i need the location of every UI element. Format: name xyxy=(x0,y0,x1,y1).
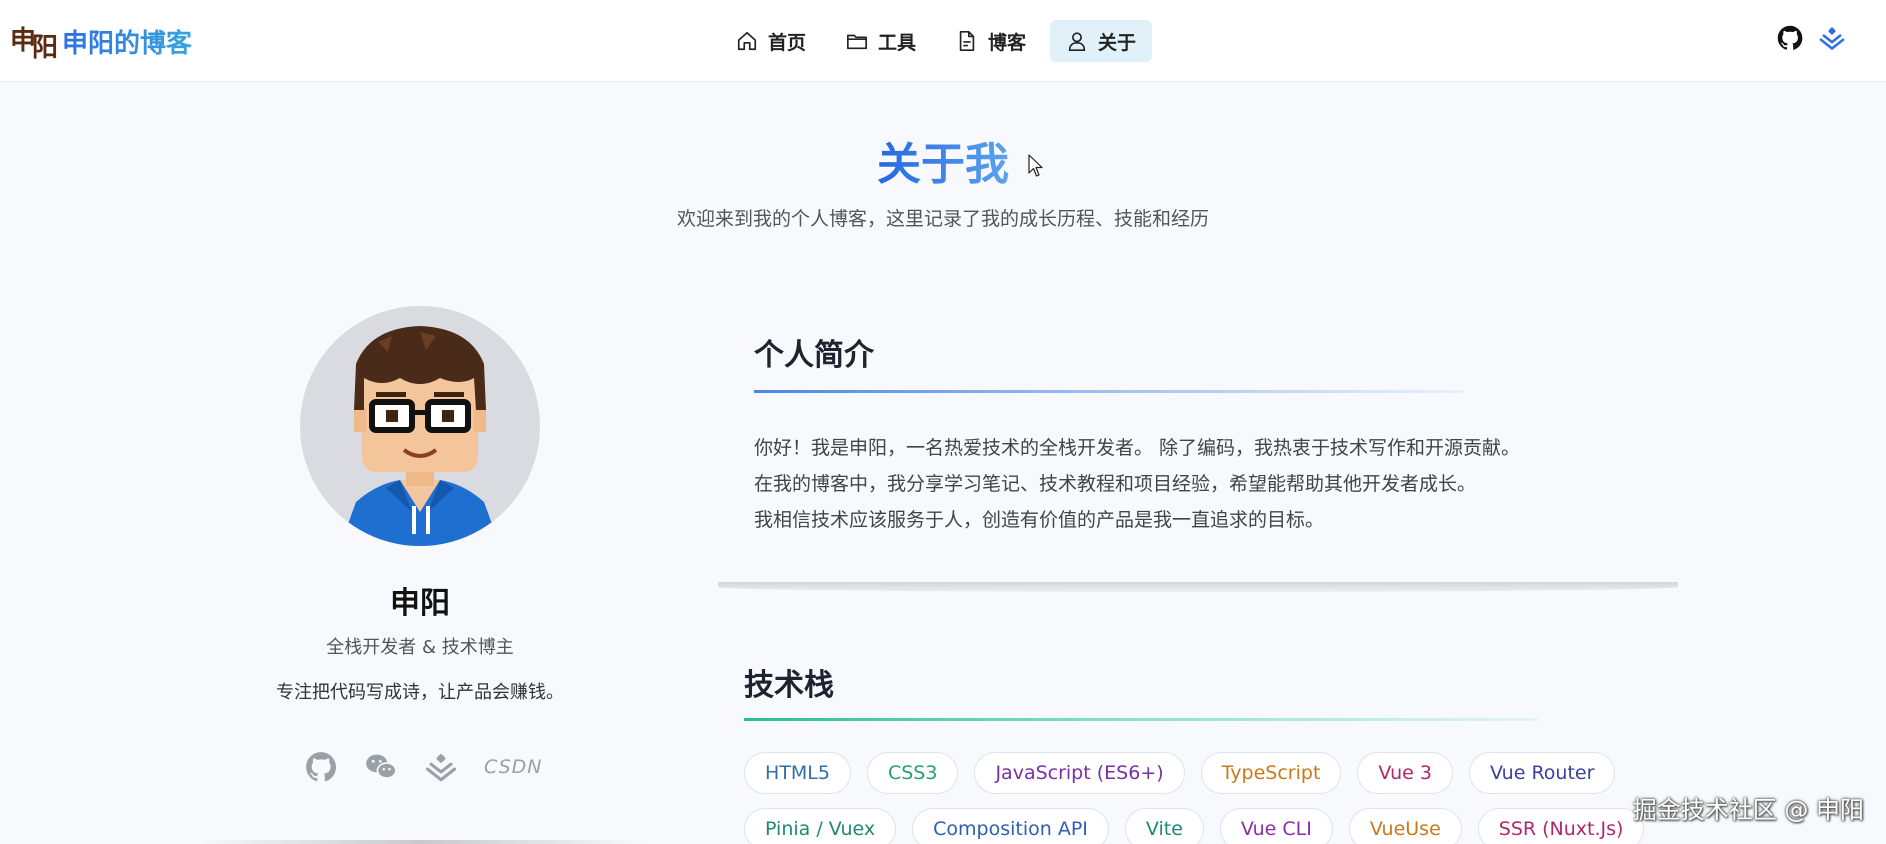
brand-home-link[interactable]: 申阳 申阳的博客 xyxy=(9,20,192,63)
nav-tools[interactable]: 工具 xyxy=(830,20,932,62)
folder-icon xyxy=(847,34,868,50)
intro-title-underline xyxy=(754,390,1464,393)
profile-role: 全栈开发者 & 技术博主 xyxy=(326,637,514,658)
tech-tag[interactable]: HTML5 xyxy=(744,752,851,794)
profile-name: 申阳 xyxy=(390,586,450,621)
tech-tag[interactable]: Vite xyxy=(1124,808,1204,844)
profile-card-bottom-edge xyxy=(198,840,644,844)
tech-stack-underline xyxy=(744,718,1538,721)
tech-tag[interactable]: JavaScript (ES6+) xyxy=(974,752,1185,794)
nav-about[interactable]: 关于 xyxy=(1050,20,1153,62)
nav-tools-label: 工具 xyxy=(878,31,917,54)
main-nav: 首页 工具 博客 关于 xyxy=(720,20,1153,62)
page-title-text: 关于我 xyxy=(877,139,1009,190)
profile-card: 申阳 全栈开发者 & 技术博主 专注把代码写成诗，让产品会赚钱。 CSDN xyxy=(198,300,650,844)
tech-tag[interactable]: Pinia / Vuex xyxy=(744,808,897,844)
tech-tag[interactable]: SSR (Nuxt.Js) xyxy=(1477,808,1645,844)
top-header: 申阳 申阳的博客 首页 工具 博客 关于 xyxy=(0,0,1886,82)
brand-logo-char-1: 申 xyxy=(9,26,36,56)
tech-tag[interactable]: CSS3 xyxy=(866,752,959,794)
intro-line-1: 你好！我是申阳，一名热爱技术的全栈开发者。 除了编码，我热衷于技术写作和开源贡献… xyxy=(754,437,1521,459)
intro-section: 个人简介 你好！我是申阳，一名热爱技术的全栈开发者。 除了编码，我热衷于技术写作… xyxy=(718,300,1678,592)
tech-stack-section: 技术栈 HTML5 CSS3 JavaScript (ES6+) TypeScript… xyxy=(744,660,1704,844)
intro-line-2: 在我的博客中，我分享学习笔记、技术教程和项目经验，希望能帮助其他开发者成长。 xyxy=(754,473,1477,495)
nav-home-label: 首页 xyxy=(768,31,807,54)
tech-tag[interactable]: Vue 3 xyxy=(1357,752,1453,794)
csdn-icon[interactable]: CSDN xyxy=(484,756,543,778)
header-actions xyxy=(1776,24,1846,52)
nav-blog[interactable]: 博客 xyxy=(940,20,1042,62)
document-icon xyxy=(959,31,975,51)
intro-card-bottom-edge xyxy=(718,582,1678,592)
pixel-avatar-image xyxy=(340,326,500,546)
nav-about-label: 关于 xyxy=(1098,31,1137,54)
brand-logo: 申阳 xyxy=(9,21,58,63)
wechat-icon[interactable] xyxy=(364,750,398,784)
watermark: 掘金技术社区 @ 申阳 xyxy=(1632,796,1864,824)
nav-blog-label: 博客 xyxy=(988,31,1027,54)
tech-stack-title: 技术栈 xyxy=(744,668,834,703)
avatar xyxy=(300,306,540,546)
intro-title: 个人简介 xyxy=(754,338,874,373)
brand-name: 申阳的博客 xyxy=(62,23,192,60)
juejin-icon[interactable] xyxy=(424,750,458,784)
social-links: CSDN xyxy=(304,750,543,784)
tech-tag[interactable]: Vue Router xyxy=(1468,752,1616,794)
profile-motto: 专注把代码写成诗，让产品会赚钱。 xyxy=(276,682,564,703)
github-icon[interactable] xyxy=(1776,24,1804,52)
github-icon[interactable] xyxy=(304,750,338,784)
juejin-icon[interactable] xyxy=(1818,24,1846,52)
intro-line-3: 我相信技术应该服务于人，创造有价值的产品是我一直追求的目标。 xyxy=(754,509,1325,531)
mouse-cursor-icon xyxy=(1028,154,1043,177)
tech-tag[interactable]: Composition API xyxy=(912,808,1109,844)
brand-logo-char-2: 阳 xyxy=(32,33,58,63)
page-title: 关于我 xyxy=(0,128,1886,192)
user-icon xyxy=(1068,32,1086,51)
intro-text: 你好！我是申阳，一名热爱技术的全栈开发者。 除了编码，我热衷于技术写作和开源贡献… xyxy=(754,430,1654,538)
tech-tag[interactable]: Vue CLI xyxy=(1219,808,1333,844)
home-icon xyxy=(737,31,757,51)
tech-tag[interactable]: TypeScript xyxy=(1200,752,1342,794)
tech-tag[interactable]: VueUse xyxy=(1348,808,1462,844)
nav-home[interactable]: 首页 xyxy=(720,20,822,62)
tech-tag-list: HTML5 CSS3 JavaScript (ES6+) TypeScript Vue … xyxy=(744,752,1704,844)
page-subtitle: 欢迎来到我的个人博客，这里记录了我的成长历程、技能和经历 xyxy=(676,208,1209,230)
